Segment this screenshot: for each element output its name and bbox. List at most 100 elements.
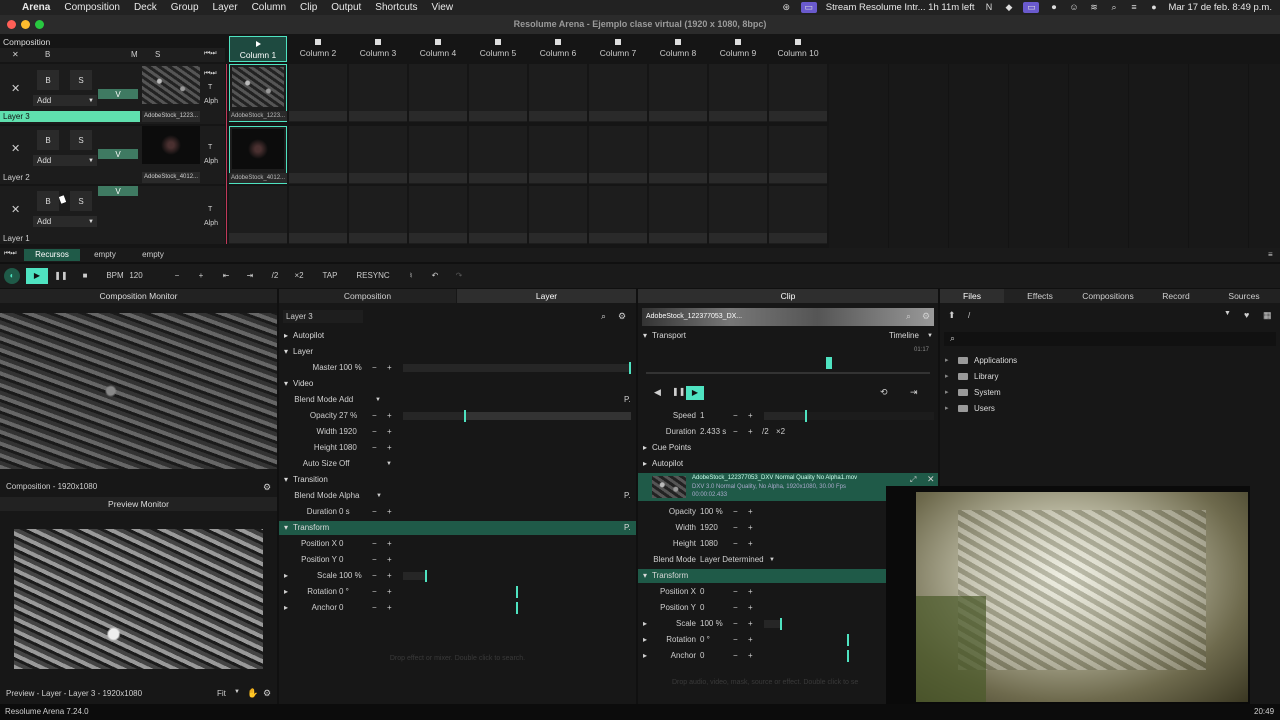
width-value[interactable]: 1920 bbox=[339, 425, 357, 439]
master-slider[interactable] bbox=[403, 362, 631, 374]
clip-anchor-slider[interactable] bbox=[764, 650, 884, 662]
clip-anchor-minus[interactable]: − bbox=[733, 649, 738, 663]
clip-rotation-plus[interactable]: + bbox=[748, 633, 753, 647]
folder-system[interactable]: ▸ System bbox=[945, 388, 1001, 397]
clip-posx-minus[interactable]: − bbox=[733, 585, 738, 599]
hand-icon[interactable]: ✋ bbox=[247, 688, 258, 699]
slider-knob[interactable] bbox=[464, 410, 466, 422]
speed-value[interactable]: 1 bbox=[700, 409, 704, 423]
column-3-header[interactable]: Column 3 bbox=[349, 36, 407, 62]
chevron-down-icon[interactable]: ▼ bbox=[386, 457, 392, 471]
scale-minus[interactable]: − bbox=[372, 569, 377, 583]
posy-plus[interactable]: + bbox=[387, 553, 392, 567]
layer-2-solo-button[interactable]: S bbox=[70, 130, 92, 150]
duration-plus[interactable]: + bbox=[387, 505, 392, 519]
layer-3-solo-button[interactable]: S bbox=[70, 70, 92, 90]
menu-app[interactable]: Arena bbox=[22, 2, 50, 13]
transform-section[interactable]: ▾ Transform P. bbox=[279, 521, 636, 535]
gear-icon[interactable]: ⚙ bbox=[922, 311, 930, 322]
siri-icon[interactable]: ● bbox=[1148, 2, 1159, 13]
chevron-down-icon[interactable]: ▼ bbox=[927, 329, 933, 343]
display-mirror-icon[interactable]: ▭ bbox=[1023, 2, 1040, 13]
resync-button[interactable]: RESYNC bbox=[354, 268, 392, 284]
column-5-header[interactable]: Column 5 bbox=[469, 36, 527, 62]
chevron-down-icon[interactable]: ▼ bbox=[1224, 310, 1231, 317]
grid-view-icon[interactable]: ▦ bbox=[1263, 310, 1272, 321]
height-value[interactable]: 1080 bbox=[339, 441, 357, 455]
timeline-select[interactable]: Timeline bbox=[889, 329, 919, 343]
nudge-left-icon[interactable]: ⇤ bbox=[218, 268, 234, 284]
clip-rotation-value[interactable]: 0 ° bbox=[700, 633, 710, 647]
column-8-header[interactable]: Column 8 bbox=[649, 36, 707, 62]
browser-path[interactable]: / bbox=[962, 309, 1222, 322]
clip-drop-hint[interactable]: Drop audio, video, mask, source or effec… bbox=[672, 679, 858, 686]
chevron-down-icon[interactable]: ▼ bbox=[375, 393, 381, 407]
height-plus[interactable]: + bbox=[387, 441, 392, 455]
chevron-right-icon[interactable]: ▸ bbox=[945, 356, 949, 364]
metronome-icon[interactable]: ♮ bbox=[404, 268, 418, 284]
dropbox-icon[interactable]: ◆ bbox=[1003, 2, 1014, 13]
slider-knob[interactable] bbox=[629, 362, 631, 374]
folder-applications[interactable]: ▸ Applications bbox=[945, 356, 1017, 365]
master-value[interactable]: 100 % bbox=[339, 361, 362, 375]
clip-opacity-plus[interactable]: + bbox=[748, 505, 753, 519]
clip-duration-minus[interactable]: − bbox=[733, 425, 738, 439]
anchor-value[interactable]: 0 bbox=[339, 601, 343, 615]
browser-search-input[interactable]: ⌕ bbox=[944, 332, 1276, 346]
chevron-down-icon[interactable]: ▼ bbox=[234, 689, 240, 695]
expand-icon[interactable]: ⤢ bbox=[910, 475, 916, 485]
clip-scale-minus[interactable]: − bbox=[733, 617, 738, 631]
comp-master-button[interactable]: M bbox=[131, 50, 138, 59]
clock[interactable]: Mar 17 de feb. 8:49 p.m. bbox=[1168, 2, 1272, 13]
tab-composition[interactable]: Composition bbox=[279, 289, 456, 303]
clip-duration-double[interactable]: ×2 bbox=[776, 425, 785, 439]
menu-output[interactable]: Output bbox=[331, 2, 361, 13]
clip-height-minus[interactable]: − bbox=[733, 537, 738, 551]
comp-bypass-button[interactable]: B bbox=[45, 50, 50, 59]
stop-icon[interactable]: ■ bbox=[76, 268, 94, 284]
bpm-minus-button[interactable]: − bbox=[168, 268, 186, 284]
preview-monitor-view[interactable] bbox=[14, 529, 263, 669]
clip-posx-value[interactable]: 0 bbox=[700, 585, 704, 599]
posy-minus[interactable]: − bbox=[372, 553, 377, 567]
slider-knob[interactable] bbox=[805, 410, 807, 422]
rotation-value[interactable]: 0 ° bbox=[339, 585, 349, 599]
speed-minus[interactable]: − bbox=[733, 409, 738, 423]
menu-view[interactable]: View bbox=[432, 2, 454, 13]
play-column-icon[interactable] bbox=[255, 41, 261, 47]
clip-duration-half[interactable]: /2 bbox=[762, 425, 769, 439]
layer-section[interactable]: ▾ Layer bbox=[279, 345, 636, 359]
rotation-minus[interactable]: − bbox=[372, 585, 377, 599]
slider-knob[interactable] bbox=[780, 618, 782, 630]
wifi-icon[interactable]: ≋ bbox=[1088, 2, 1099, 13]
fit-select[interactable]: Fit bbox=[217, 689, 226, 698]
notion-icon[interactable]: N bbox=[983, 2, 994, 13]
pause-icon[interactable]: ❚❚ bbox=[672, 387, 685, 396]
height-minus[interactable]: − bbox=[372, 441, 377, 455]
slider-knob[interactable] bbox=[516, 602, 518, 614]
redo-icon[interactable]: ↷ bbox=[452, 268, 466, 284]
transition-section[interactable]: ▾ Transition bbox=[279, 473, 636, 487]
bpm-double-button[interactable]: ×2 bbox=[290, 268, 308, 284]
folder-library[interactable]: ▸ Library bbox=[945, 372, 998, 381]
minimize-window-icon[interactable] bbox=[21, 20, 30, 29]
slider-knob[interactable] bbox=[425, 570, 427, 582]
screen-share-icon[interactable]: ▭ bbox=[800, 2, 817, 13]
scale-slider[interactable] bbox=[403, 570, 427, 582]
deck-tab-recursos[interactable]: Recursos bbox=[24, 249, 80, 261]
cue-points-section[interactable]: ▸ Cue Points bbox=[638, 441, 938, 455]
column-6-header[interactable]: Column 6 bbox=[529, 36, 587, 62]
play-backward-icon[interactable]: ◀ bbox=[654, 387, 661, 398]
deck-nav-icon[interactable]: ⏮⏭ bbox=[4, 250, 17, 258]
column-1-header[interactable]: Column 1 bbox=[229, 36, 287, 62]
posx-plus[interactable]: + bbox=[387, 537, 392, 551]
clip-width-minus[interactable]: − bbox=[733, 521, 738, 535]
tab-sources[interactable]: Sources bbox=[1212, 289, 1276, 303]
chevron-right-icon[interactable]: ▸ bbox=[945, 372, 949, 380]
chevron-right-icon[interactable]: ▸ bbox=[945, 388, 949, 396]
master-minus[interactable]: − bbox=[372, 361, 377, 375]
width-minus[interactable]: − bbox=[372, 425, 377, 439]
layer-3-blend-select[interactable]: Add ▼ bbox=[33, 95, 97, 106]
speed-plus[interactable]: + bbox=[748, 409, 753, 423]
clip-anchor-value[interactable]: 0 bbox=[700, 649, 704, 663]
